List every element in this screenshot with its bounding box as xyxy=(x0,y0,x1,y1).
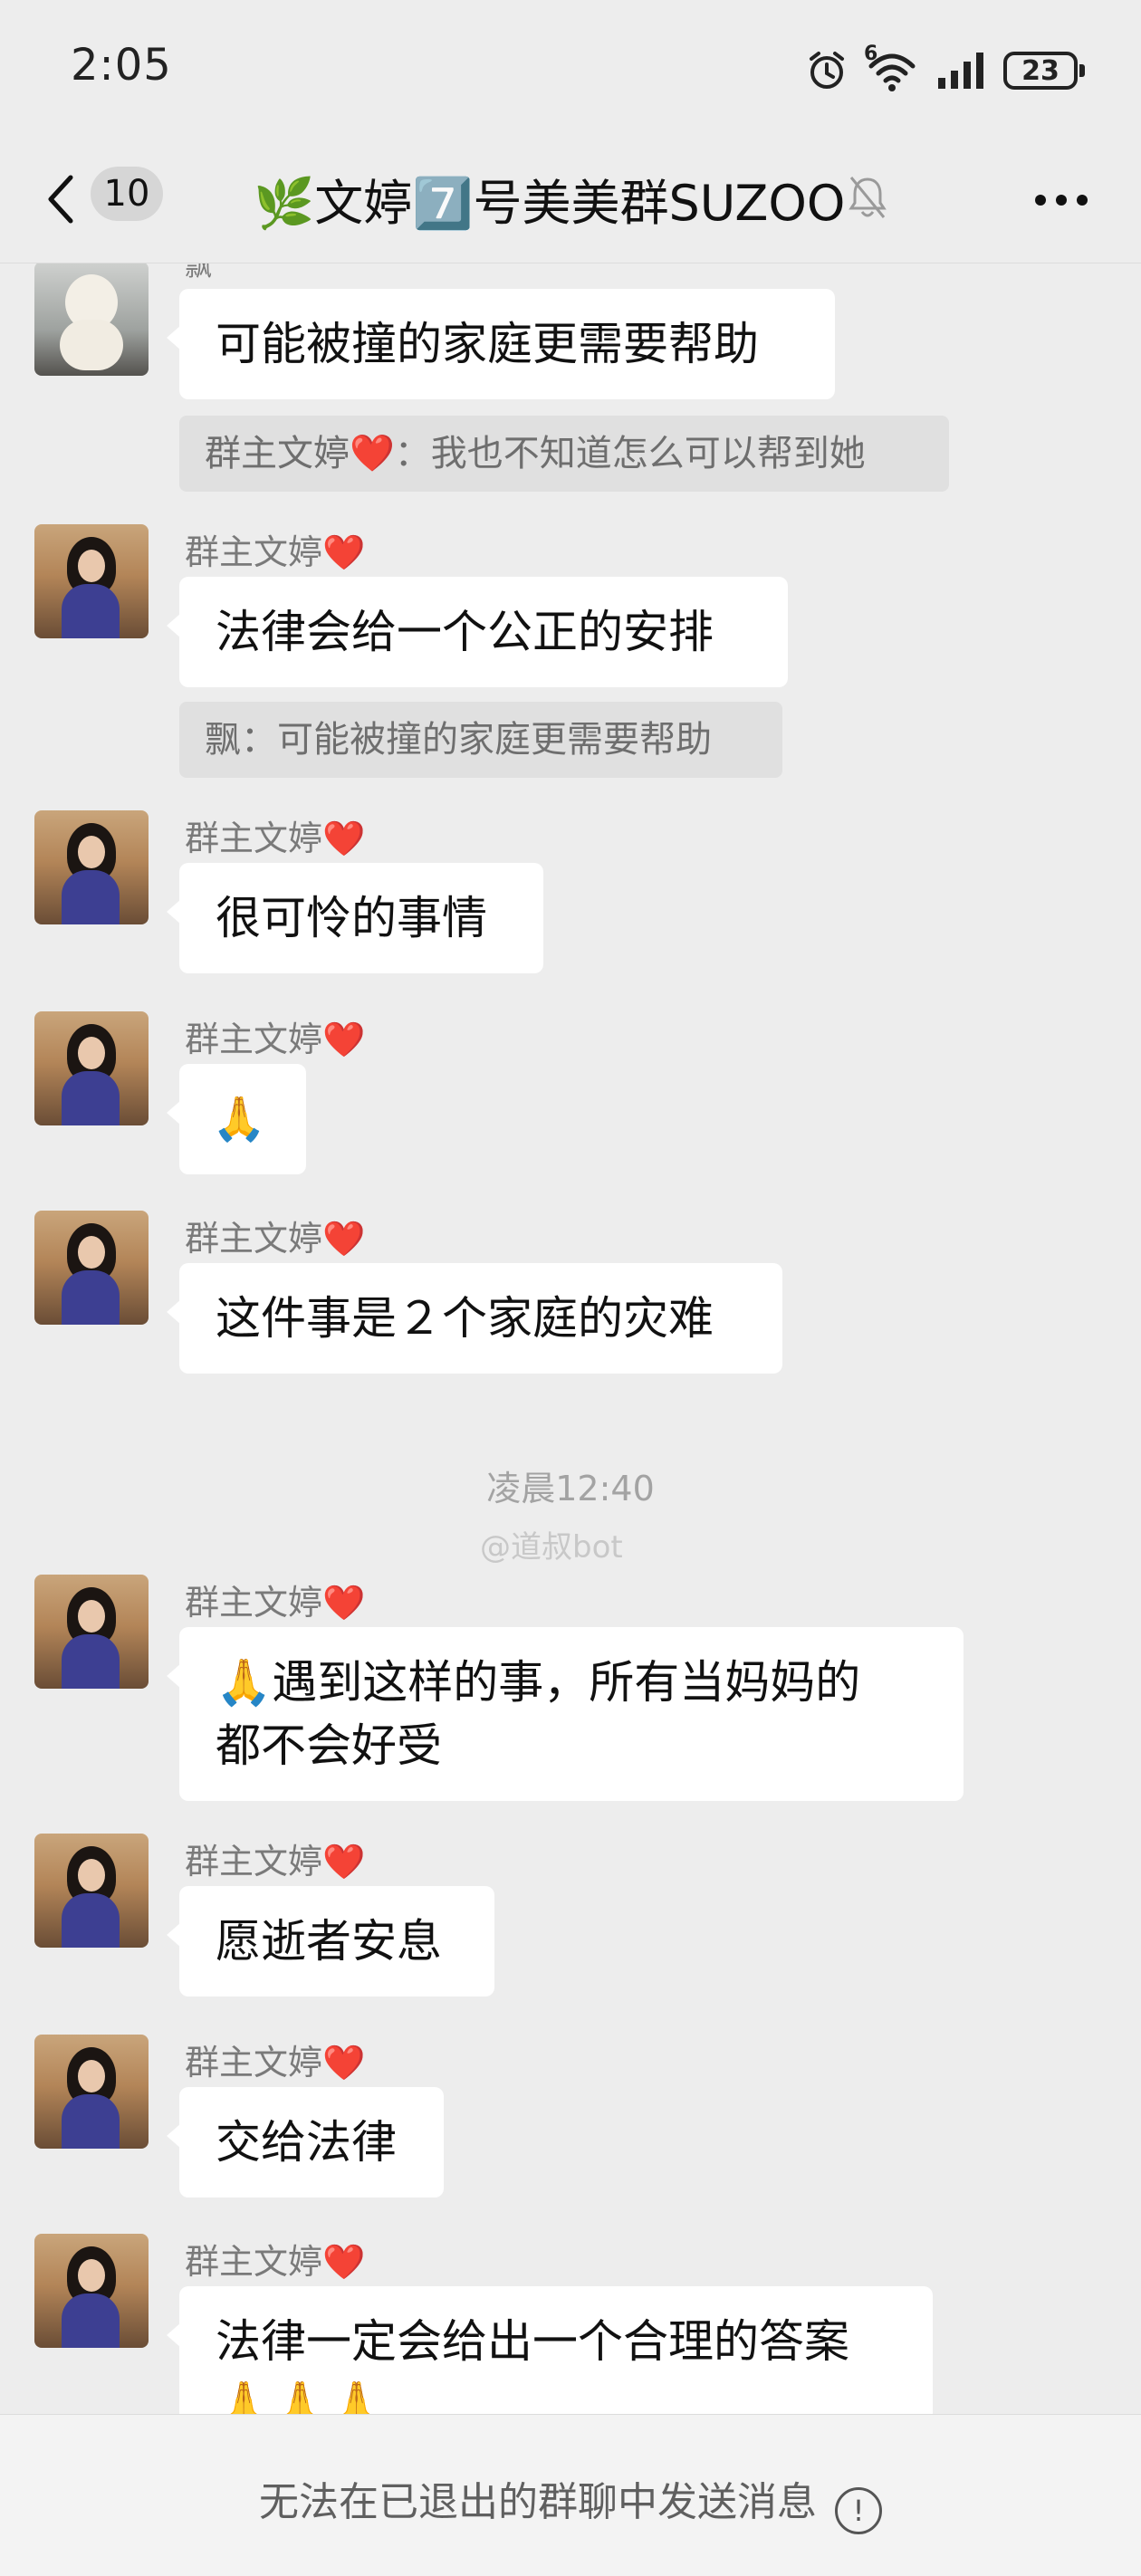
message-bubble[interactable]: 法律会给一个公正的安排 xyxy=(167,577,788,687)
message-bubble[interactable]: 愿逝者安息 xyxy=(167,1886,494,1997)
mute-bell-icon xyxy=(849,177,887,218)
sender-name: 群主文婷❤️ xyxy=(185,1583,366,1623)
message-line: 都不会好受 xyxy=(216,1719,442,1772)
time-divider: 凌晨12:40 xyxy=(486,1469,655,1508)
quote-reply[interactable]: 飘：可能被撞的家庭更需要帮助 xyxy=(179,702,782,778)
signal-label: 6 xyxy=(864,43,878,65)
sender-name: 群主文婷❤️ xyxy=(185,819,366,858)
alarm-icon xyxy=(810,52,844,89)
sender-name: 飘 xyxy=(185,263,212,282)
sender-name: 群主文婷❤️ xyxy=(185,2043,366,2083)
avatar[interactable] xyxy=(34,2234,149,2348)
avatar[interactable] xyxy=(34,1575,149,1689)
signal-icon xyxy=(938,53,983,89)
avatar[interactable] xyxy=(34,524,149,638)
message-line: 🙏🙏🙏 xyxy=(216,2379,385,2414)
avatar[interactable] xyxy=(34,263,149,376)
disabled-input-bar: 无法在已退出的群聊中发送消息! xyxy=(0,2414,1141,2576)
avatar[interactable] xyxy=(34,810,149,924)
message-list[interactable]: 飘 可能被撞的家庭更需要帮助 群主文婷❤️：我也不知道怎么可以帮到她 群主文婷❤… xyxy=(0,263,1141,2414)
sender-name: 群主文婷❤️ xyxy=(185,532,366,572)
watermark: @道叔bot xyxy=(480,1529,623,1566)
message-bubble[interactable]: 🙏遇到这样的事，所有当妈妈的 都不会好受 xyxy=(167,1627,964,1801)
sender-name: 群主文婷❤️ xyxy=(185,1219,366,1259)
status-icons: 6 23 xyxy=(806,43,1085,98)
message-line: 法律一定会给出一个合理的答案 xyxy=(216,2315,849,2368)
chat-title: 🌿文婷7️⃣号美美群SUZOO xyxy=(254,175,846,232)
status-time: 2:05 xyxy=(71,40,172,91)
sender-name: 群主文婷❤️ xyxy=(185,1842,366,1882)
message-bubble[interactable]: 法律一定会给出一个合理的答案 🙏🙏🙏 xyxy=(167,2286,933,2414)
message-bubble[interactable]: 交给法律 xyxy=(167,2087,444,2198)
battery-icon: 23 xyxy=(1003,52,1085,90)
message-line: 🙏遇到这样的事，所有当妈妈的 xyxy=(216,1656,861,1709)
quote-reply[interactable]: 群主文婷❤️：我也不知道怎么可以帮到她 xyxy=(179,416,949,492)
message-bubble[interactable]: 可能被撞的家庭更需要帮助 xyxy=(167,289,835,399)
status-bar: 2:05 6 23 xyxy=(0,0,1141,136)
sender-name: 群主文婷❤️ xyxy=(185,1020,366,1059)
unread-count-badge[interactable]: 10 xyxy=(91,167,163,221)
footer-notice-text: 无法在已退出的群聊中发送消息 xyxy=(259,2479,817,2525)
avatar[interactable] xyxy=(34,1211,149,1325)
avatar[interactable] xyxy=(34,1834,149,1948)
info-icon[interactable]: ! xyxy=(835,2487,882,2534)
footer-notice: 无法在已退出的群聊中发送消息! xyxy=(0,2469,1141,2534)
message-bubble[interactable]: 这件事是２个家庭的灾难 xyxy=(167,1263,782,1374)
message-bubble[interactable]: 很可怜的事情 xyxy=(167,863,543,973)
avatar[interactable] xyxy=(34,2035,149,2149)
sender-name: 群主文婷❤️ xyxy=(185,2242,366,2282)
avatar[interactable] xyxy=(34,1011,149,1125)
more-icon[interactable] xyxy=(1034,194,1088,206)
chat-header: 10 🌿文婷7️⃣号美美群SUZOO xyxy=(0,136,1141,263)
back-chevron-icon[interactable] xyxy=(43,172,80,226)
message-bubble[interactable]: 🙏 xyxy=(167,1064,306,1174)
